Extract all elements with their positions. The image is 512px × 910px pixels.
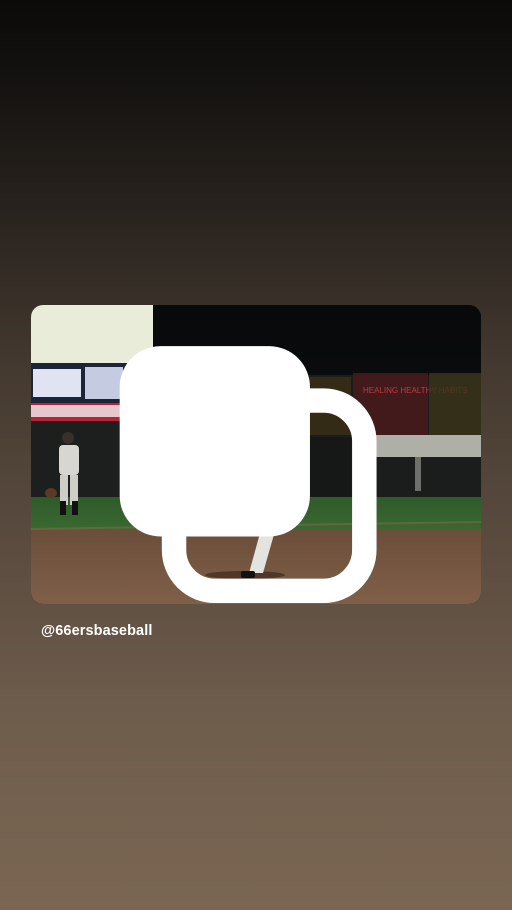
account-mention[interactable]: @66ersbaseball [41, 623, 152, 639]
shared-post-card[interactable]: HEALING HEALTHY HABITS [31, 305, 481, 604]
stacked-squares-icon[interactable] [31, 319, 467, 604]
